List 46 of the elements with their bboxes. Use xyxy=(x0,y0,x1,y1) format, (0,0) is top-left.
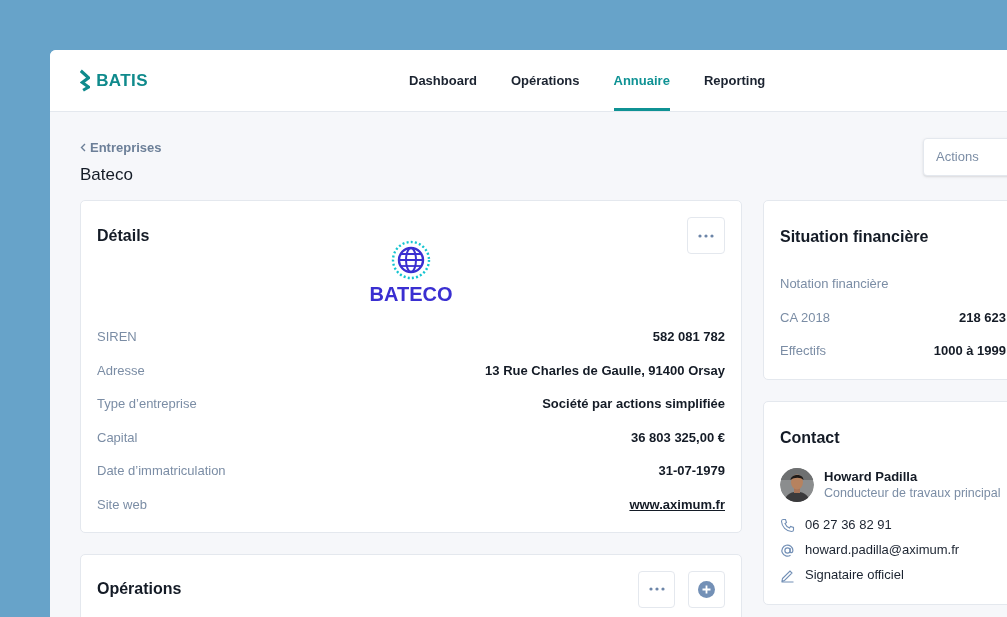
plus-circle-icon xyxy=(698,580,715,598)
field-label: CA 2018 xyxy=(780,308,830,327)
field-value: 218 623 xyxy=(959,308,1006,327)
field-value: 31-07-1979 xyxy=(658,462,725,481)
field-label: Capital xyxy=(97,428,138,447)
field-value: 1000 à 1999 xyxy=(933,342,1006,361)
phone-icon xyxy=(780,517,795,533)
more-icon xyxy=(648,587,665,592)
logo-icon xyxy=(80,67,91,94)
card-title: Détails xyxy=(97,225,150,246)
field-value: 582 081 782 xyxy=(652,328,725,347)
company-logo-text: BATECO xyxy=(369,282,453,306)
card-title: Situation financière xyxy=(780,227,930,247)
contact-name: Howard Padilla xyxy=(824,468,919,485)
more-button[interactable] xyxy=(687,217,725,254)
brand-name: BATIS xyxy=(96,69,148,92)
field-value: 13 Rue Charles de Gaulle, 91400 Orsay xyxy=(485,361,725,380)
field-label: SIREN xyxy=(97,328,137,347)
globe-logo-icon xyxy=(391,240,431,280)
field-label: Type d’entreprise xyxy=(97,395,197,414)
add-button[interactable] xyxy=(688,570,725,608)
at-icon xyxy=(780,542,795,558)
contact-phone: 06 27 36 82 91 xyxy=(805,516,892,535)
nav-tab[interactable]: Annuaire xyxy=(613,50,670,111)
card-title: Contact xyxy=(780,428,841,448)
page-title: Bateco xyxy=(80,163,134,186)
more-icon xyxy=(698,233,714,238)
field-label: Date d’immatriculation xyxy=(97,462,226,481)
field-value: 36 803 325,00 € xyxy=(631,428,725,447)
contact-note: Signataire officiel xyxy=(805,566,904,585)
contact-role: Conducteur de travaux principal xyxy=(824,485,1001,502)
chevron-left-icon xyxy=(80,143,86,153)
back-link[interactable]: Entreprises xyxy=(80,138,162,158)
nav-tab[interactable]: Opérations xyxy=(510,50,580,111)
field-label: Effectifs xyxy=(780,342,826,361)
field-value: Société par actions simplifiée xyxy=(542,395,725,414)
card-title: Opérations xyxy=(97,579,182,600)
field-label: Notation financière xyxy=(780,275,889,294)
field-label: Site web xyxy=(97,496,147,514)
nav-tab[interactable]: Dashboard xyxy=(409,50,477,111)
field-label: Adresse xyxy=(97,361,145,380)
contact-email: howard.padilla@aximum.fr xyxy=(805,541,960,560)
actions-dropdown[interactable]: Actions xyxy=(923,138,1007,176)
more-button[interactable] xyxy=(638,570,675,608)
website-link[interactable]: www.aximum.fr xyxy=(629,495,725,515)
nav-tab[interactable]: Reporting xyxy=(703,50,766,111)
